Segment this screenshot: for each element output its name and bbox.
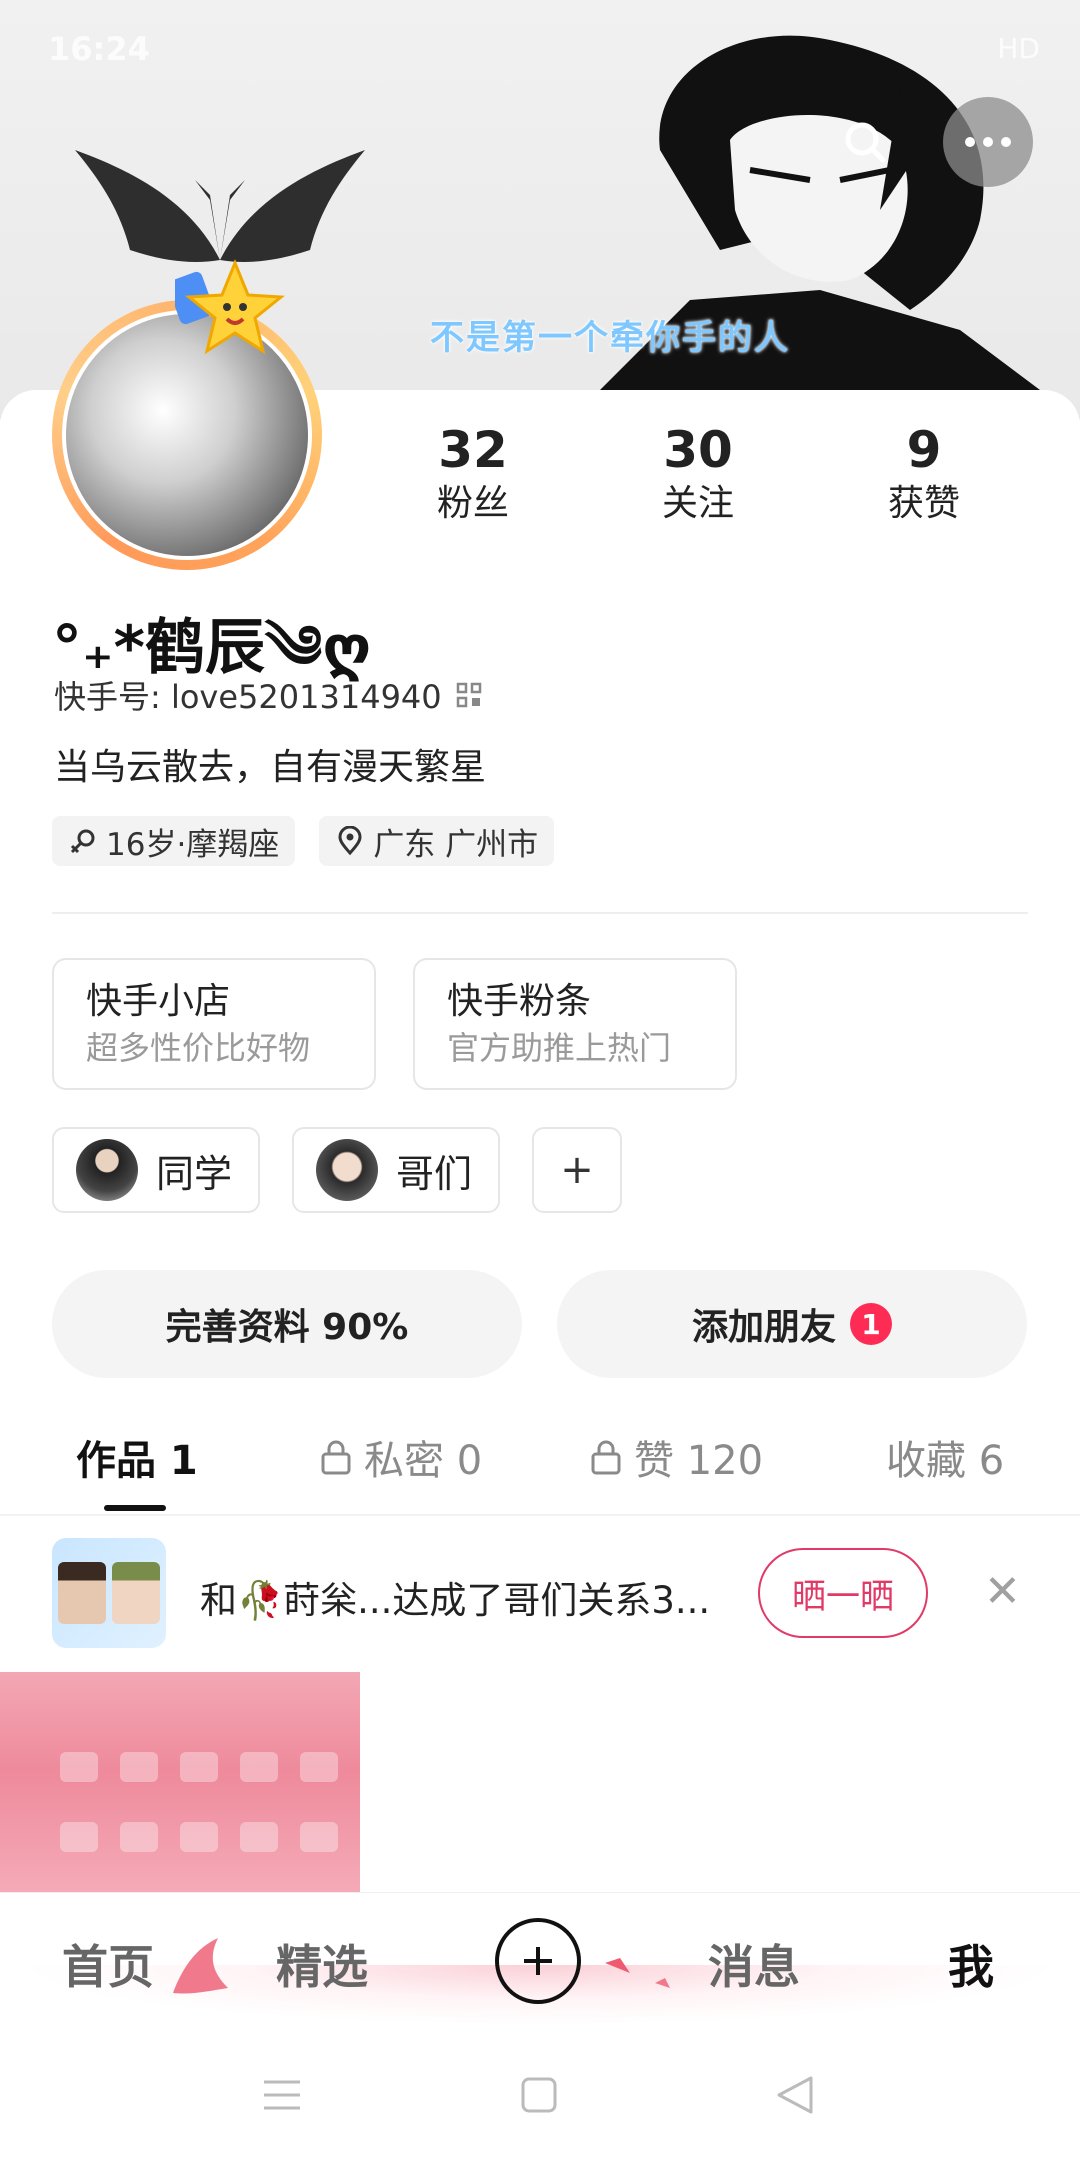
relationship-thumbnail [52,1538,166,1648]
nav-me[interactable]: 我 [948,1931,994,1997]
friend-chip-label: 同学 [156,1151,233,1196]
close-icon[interactable]: ✕ [984,1566,1021,1617]
age-tag-text: 16岁·摩羯座 [106,826,280,863]
stat-label: 关注 [661,483,734,524]
stat-label: 获赞 [887,483,960,524]
add-friend-chip[interactable]: + [532,1127,622,1213]
star-badge-icon [175,259,285,355]
kuaishou-shop-card[interactable]: 快手小店 超多性价比好物 [52,958,376,1090]
lock-icon [321,1440,351,1475]
friend-chip-classmate[interactable]: 同学 [52,1127,260,1213]
stat-value: 32 [438,421,508,479]
tab-label: 收藏 6 [886,1438,1005,1484]
location-tag: 广东 广州市 [319,816,555,866]
tabs-divider [0,1514,1080,1516]
friend-avatar [76,1139,138,1201]
more-button[interactable] [943,97,1033,187]
location-pin-icon [338,826,362,856]
service-subtitle: 超多性价比好物 [86,1029,311,1067]
active-tab-indicator [104,1505,166,1511]
gender-icon [70,829,95,854]
bird-decoration-icon [605,1958,670,1988]
tab-likes[interactable]: 赞 120 [590,1428,763,1486]
status-bar: 16:24 HD [0,0,1080,100]
nav-featured[interactable]: 精选 [276,1931,368,1997]
location-tag-text: 广东 广州市 [373,826,539,863]
plus-icon: + [560,1147,594,1193]
stat-followers[interactable]: 32 粉丝 [383,420,563,528]
kuaishou-id-row[interactable]: 快手号: love5201314940 [54,672,482,718]
stat-following[interactable]: 30 关注 [608,420,788,528]
stat-value: 9 [906,421,942,479]
profile-tags: 16岁·摩羯座 广东 广州市 [52,816,555,866]
work-thumbnail[interactable] [0,1672,360,1892]
qr-code-icon[interactable] [456,682,482,708]
friend-avatar [316,1139,378,1201]
complete-profile-label: 完善资料 90% [165,1307,409,1348]
bird-decoration-icon [173,1938,228,1994]
friend-chip-label: 哥们 [396,1151,473,1196]
bottom-nav: 首页 精选 消息 我 [0,1892,1080,2043]
service-title: 快手粉条 [447,981,592,1022]
tab-label: 赞 120 [634,1438,764,1484]
stat-likes[interactable]: 9 获赞 [834,420,1014,528]
bio: 当乌云散去，自有漫天繁星 [54,747,487,788]
nav-messages[interactable]: 消息 [708,1931,800,1997]
service-subtitle: 官方助推上热门 [447,1029,672,1067]
complete-profile-button[interactable]: 完善资料 90% [52,1270,522,1378]
age-tag: 16岁·摩羯座 [52,816,296,866]
more-dots-icon [965,137,1011,147]
back-triangle-icon[interactable] [775,2074,815,2116]
tab-favorites[interactable]: 收藏 6 [886,1428,1004,1486]
banner-caption: 不是第一个牵你手的人 [430,318,790,358]
tab-label: 作品 1 [76,1438,198,1484]
add-friend-label: 添加朋友 [691,1307,836,1348]
friend-chip-buddy[interactable]: 哥们 [292,1127,500,1213]
search-button[interactable] [820,97,910,187]
lock-icon [591,1440,621,1475]
menu-icon[interactable] [262,2078,302,2112]
status-network: HD [997,32,1040,65]
show-off-button[interactable]: 晒一晒 [758,1548,928,1638]
plus-icon [524,1947,552,1975]
kuaishou-promote-card[interactable]: 快手粉条 官方助推上热门 [413,958,737,1090]
add-friend-button[interactable]: 添加朋友 1 [557,1270,1027,1378]
kuaishou-id: 快手号: love5201314940 [54,678,442,716]
nav-home[interactable]: 首页 [62,1931,154,1997]
tab-label: 私密 0 [364,1438,483,1484]
divider [52,912,1028,914]
relationship-text: 和🥀莳枀...达成了哥们关系3... [200,1579,711,1622]
notification-badge: 1 [850,1303,892,1345]
stat-value: 30 [663,421,733,479]
stat-label: 粉丝 [436,483,509,524]
system-navigation-bar [0,2042,1080,2160]
home-square-icon[interactable] [520,2076,558,2114]
search-icon [845,122,886,163]
create-button[interactable] [495,1918,581,2004]
tab-works[interactable]: 作品 1 [76,1428,198,1486]
tab-private[interactable]: 私密 0 [320,1428,482,1486]
nickname: °₊*鹤辰༄ღ [52,613,372,683]
service-title: 快手小店 [86,981,231,1022]
status-time: 16:24 [48,30,150,68]
